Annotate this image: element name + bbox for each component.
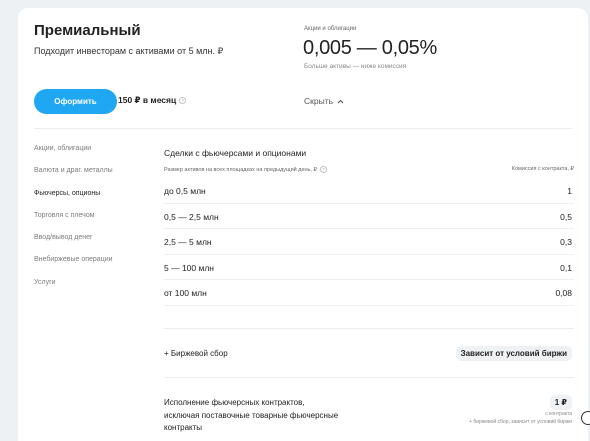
collapse-label: Скрыть xyxy=(304,96,334,106)
price: 150 ₽ в месяц? xyxy=(118,95,187,106)
section-title: Сделки с фьючерсами и опционами xyxy=(164,148,307,158)
plan-title: Премиальный xyxy=(34,22,141,39)
help-button[interactable] xyxy=(581,411,590,425)
plan-description: Подходит инвесторам с активами от 5 млн.… xyxy=(34,46,224,56)
row-fee: 0,3 xyxy=(560,237,572,247)
rate-label: Акции и облигации xyxy=(304,26,357,32)
exchange-fee-row: + Биржевой сбор Зависит от условий биржи xyxy=(164,328,574,378)
execution-note-exchange: + биржевой сбор, зависит от условий бирж… xyxy=(469,419,572,425)
sidebar-nav: Акции, облигации Валюта и драг. металлы … xyxy=(34,145,113,301)
row-range: 0,5 — 2,5 млн xyxy=(164,211,219,222)
execution-note-per-contract: с контракта xyxy=(545,411,572,417)
table-row: до 0,5 млн 1 xyxy=(164,178,574,204)
table-row: 2,5 — 5 млн 0,3 xyxy=(164,229,574,255)
execution-label: Исполнение фьючерсных контрактов, исключ… xyxy=(164,398,339,432)
chevron-up-icon xyxy=(338,100,344,104)
rate-value: 0,005 — 0,05% xyxy=(303,37,437,59)
row-fee: 0,08 xyxy=(555,288,572,298)
exchange-fee-badge: Зависит от условий биржи xyxy=(455,346,572,361)
info-icon[interactable]: ? xyxy=(179,97,187,105)
sidebar-item-futures-options[interactable]: Фьючерсы, опционы xyxy=(34,190,113,212)
sidebar-item-margin-trading[interactable]: Торговля с плечом xyxy=(34,212,113,234)
row-range: до 0,5 млн xyxy=(164,186,206,196)
row-fee: 0,1 xyxy=(560,262,572,273)
collapse-link[interactable]: Скрыть xyxy=(304,96,344,106)
row-fee: 1 xyxy=(567,186,572,196)
tariff-card: Премиальный Подходит инвесторам с актива… xyxy=(18,8,588,441)
sidebar-item-stocks-bonds[interactable]: Акции, облигации xyxy=(34,145,113,167)
row-range: 2,5 — 5 млн xyxy=(164,237,212,247)
info-icon[interactable]: ? xyxy=(319,166,327,173)
price-text: 150 ₽ в месяц xyxy=(118,95,177,105)
row-fee: 0,5 xyxy=(560,211,572,222)
column-header-assets-text: Размер активов на всех площадках на пред… xyxy=(164,166,317,173)
exchange-fee-label: + Биржевой сбор xyxy=(164,349,228,358)
commission-table: Сделки с фьючерсами и опционами Размер а… xyxy=(164,148,574,306)
execution-fee-badge: 1 ₽ xyxy=(549,395,572,410)
table-header: Размер активов на всех площадках на пред… xyxy=(164,166,574,178)
divider xyxy=(34,128,572,129)
sidebar-item-deposit-withdrawal[interactable]: Ввод/вывод денег xyxy=(34,234,113,256)
subscribe-button[interactable]: Оформить xyxy=(34,89,117,114)
table-row: 5 — 100 млн 0,1 xyxy=(164,255,574,280)
table-row: от 100 млн 0,08 xyxy=(164,280,574,306)
execution-row: Исполнение фьючерсных контрактов, исключ… xyxy=(164,395,574,441)
table-row: 0,5 — 2,5 млн 0,5 xyxy=(164,204,574,229)
column-header-assets: Размер активов на всех площадках на пред… xyxy=(164,166,327,173)
sidebar-item-otc-operations[interactable]: Внебиржевые операции xyxy=(34,256,113,278)
rate-note: Больше активы — ниже комиссия xyxy=(304,63,407,70)
column-header-fee: Комиссия с контракта, ₽ xyxy=(511,166,574,172)
sidebar-item-currency-metals[interactable]: Валюта и драг. металлы xyxy=(34,167,113,189)
row-range: от 100 млн xyxy=(164,288,207,298)
row-range: 5 — 100 млн xyxy=(164,262,214,273)
sidebar-item-services[interactable]: Услуги xyxy=(34,279,113,301)
